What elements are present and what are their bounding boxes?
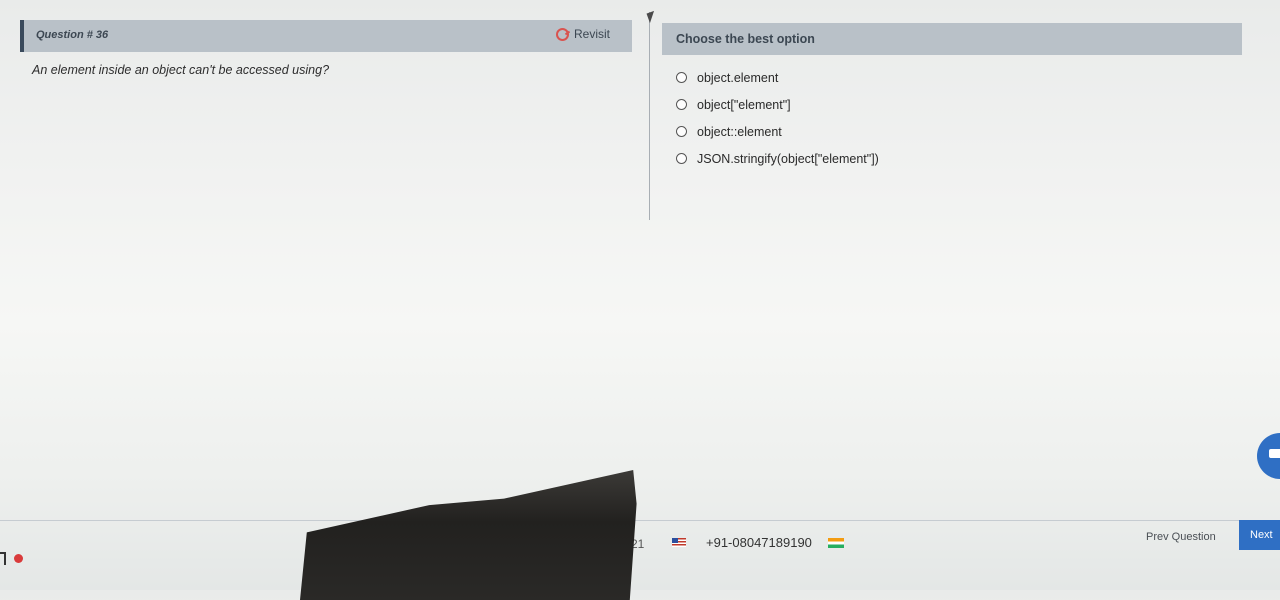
radio-icon[interactable] bbox=[676, 99, 687, 110]
option-4[interactable]: JSON.stringify(object["element"]) bbox=[676, 145, 879, 172]
next-button[interactable]: Next bbox=[1239, 520, 1280, 550]
option-label: object["element"] bbox=[697, 97, 791, 112]
option-3[interactable]: object::element bbox=[676, 118, 879, 145]
option-2[interactable]: object["element"] bbox=[676, 91, 879, 118]
screen-obstruction bbox=[300, 470, 637, 600]
footer-divider bbox=[0, 520, 1280, 521]
recording-indicator-icon bbox=[14, 554, 23, 563]
option-label: object::element bbox=[697, 124, 782, 139]
option-label: JSON.stringify(object["element"]) bbox=[697, 151, 879, 166]
panel-divider bbox=[649, 12, 650, 220]
radio-icon[interactable] bbox=[676, 153, 687, 164]
support-contact: +91-08047189190 bbox=[672, 535, 844, 550]
chat-icon[interactable] bbox=[1257, 433, 1280, 479]
question-text: An element inside an object can't be acc… bbox=[32, 63, 330, 77]
options-list: object.element object["element"] object:… bbox=[676, 64, 879, 172]
prev-question-button[interactable]: Prev Question bbox=[1146, 531, 1216, 543]
india-flag-icon bbox=[827, 537, 844, 548]
option-label: object.element bbox=[697, 70, 779, 85]
revisit-label: Revisit bbox=[573, 27, 610, 41]
option-1[interactable]: object.element bbox=[676, 64, 879, 91]
us-flag-icon bbox=[672, 538, 686, 547]
support-phone: +91-08047189190 bbox=[706, 535, 812, 550]
window-icon bbox=[0, 552, 6, 565]
radio-icon[interactable] bbox=[676, 126, 687, 137]
options-header: Choose the best option bbox=[662, 23, 1242, 55]
radio-icon[interactable] bbox=[676, 72, 687, 83]
question-number: Question # 36 bbox=[36, 29, 109, 41]
options-title: Choose the best option bbox=[676, 32, 815, 46]
revisit-button[interactable]: Revisit bbox=[555, 27, 610, 41]
question-header: Question # 36 Revisit bbox=[20, 20, 632, 52]
revisit-icon bbox=[555, 27, 569, 41]
